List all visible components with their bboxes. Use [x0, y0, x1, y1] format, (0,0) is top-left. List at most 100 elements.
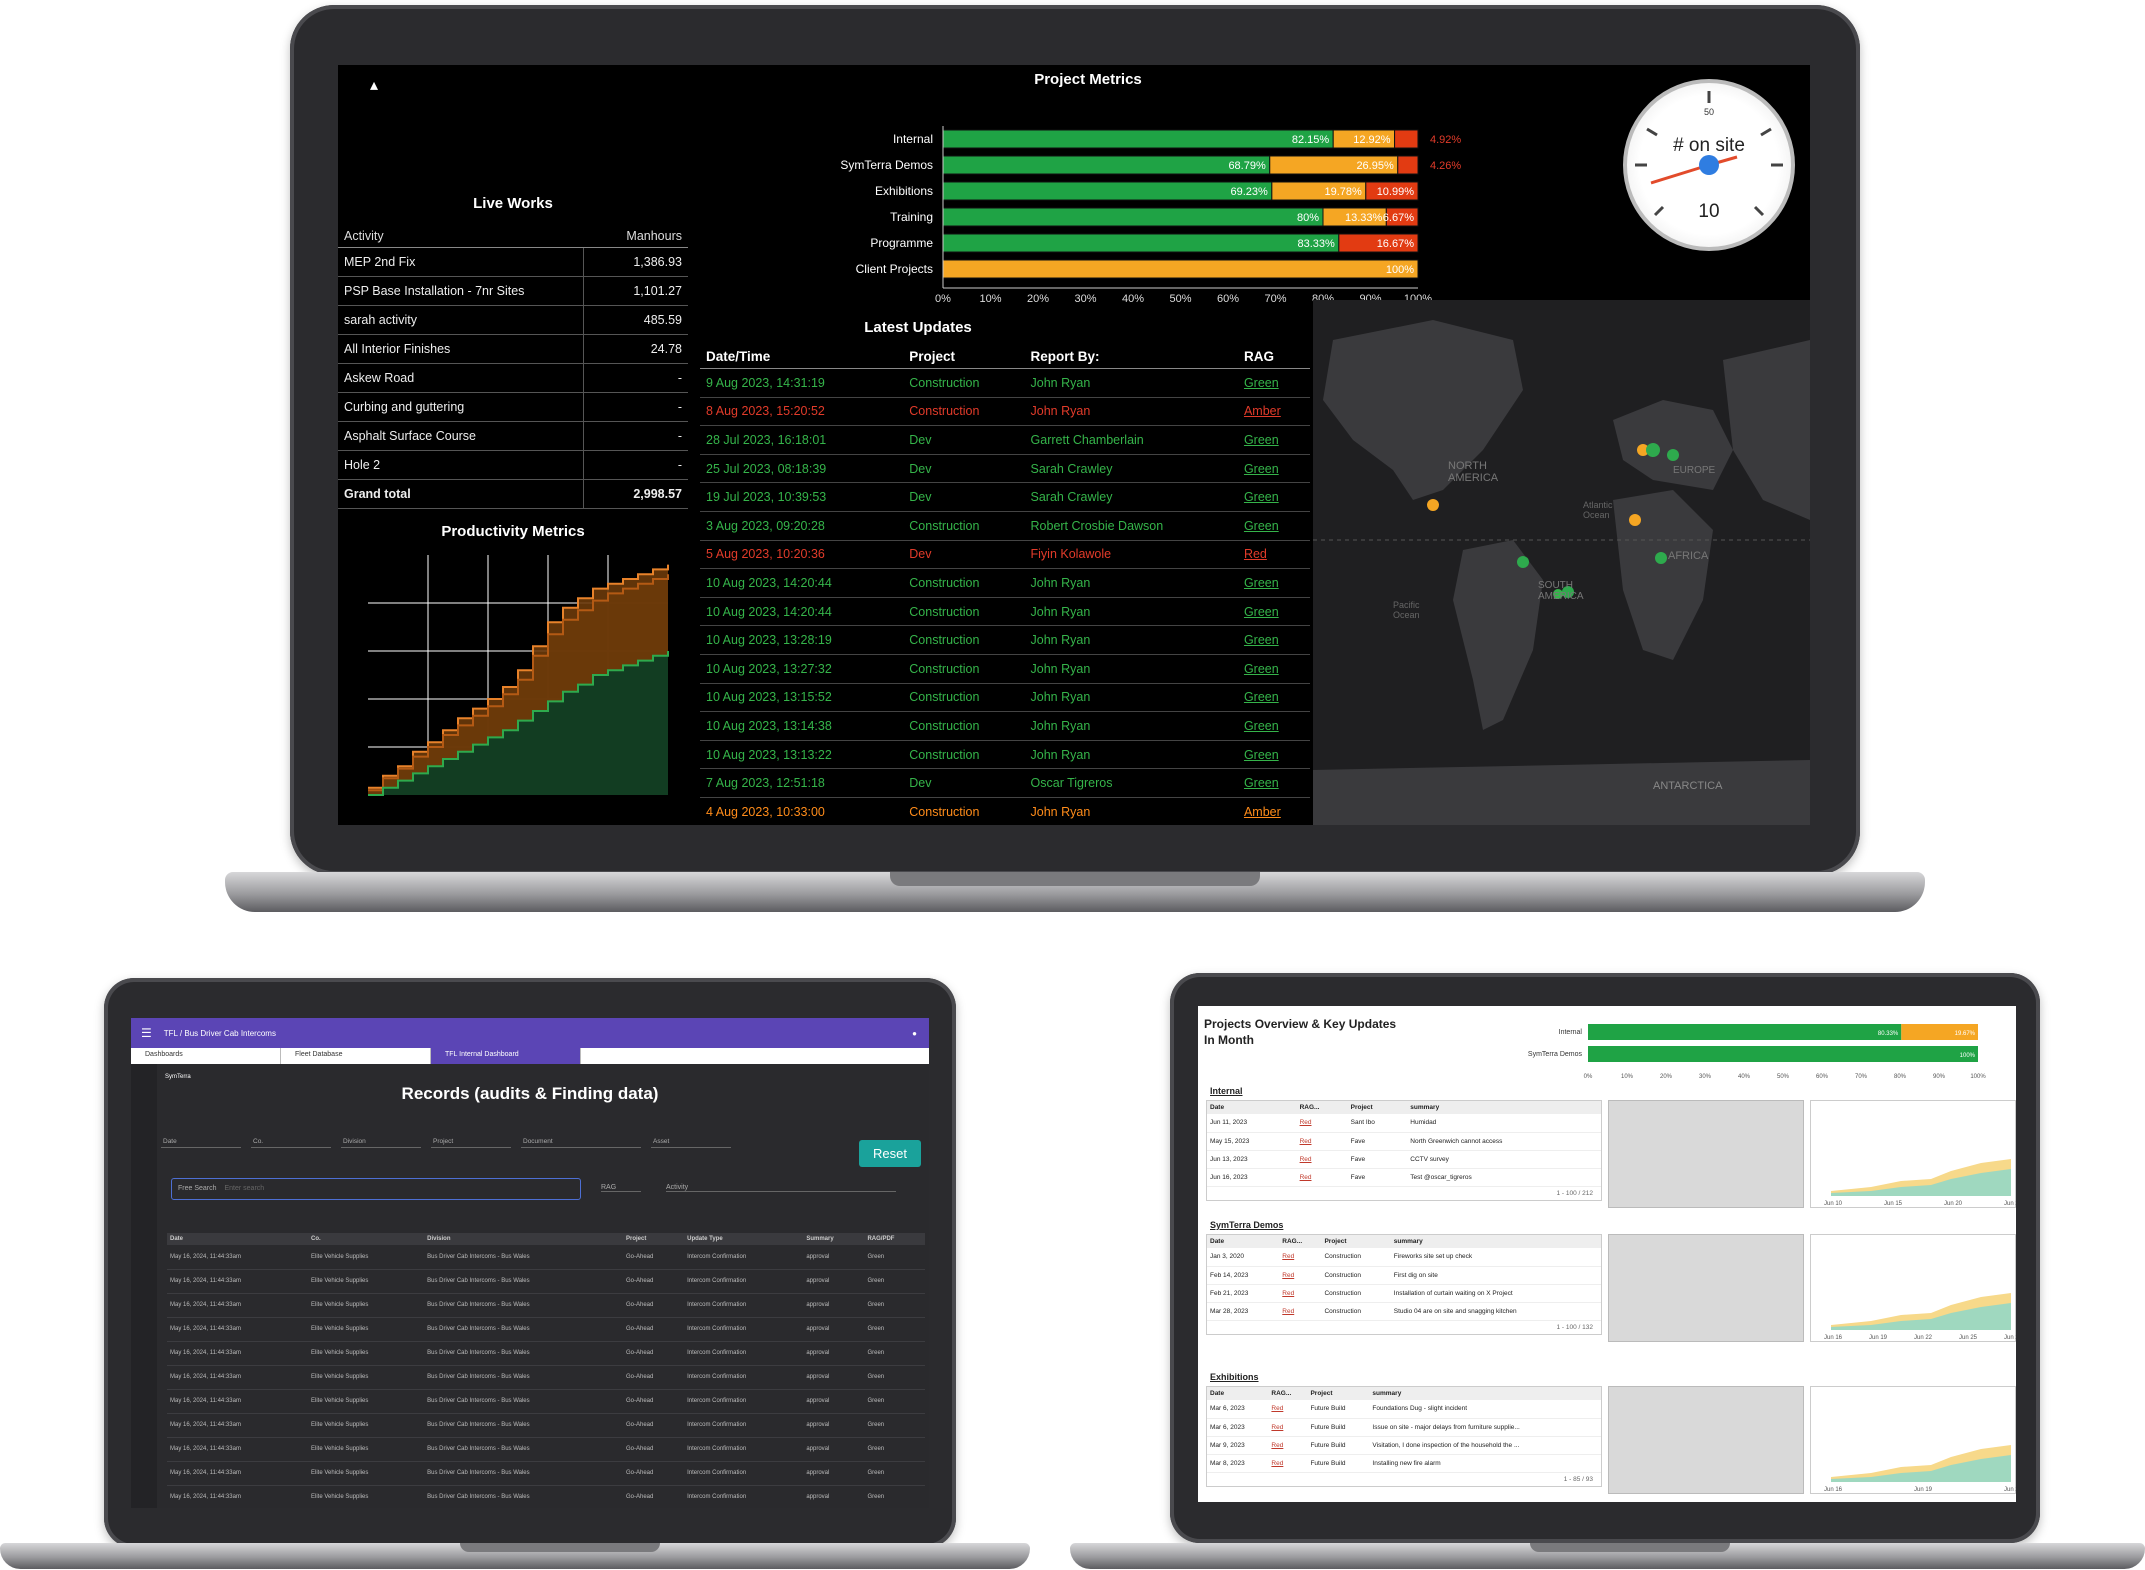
- world-map[interactable]: NORTH AMERICA EUROPE AFRICA Atlantic Oce…: [1313, 300, 1810, 825]
- update-rag-link[interactable]: Green: [1237, 454, 1310, 484]
- ov-row[interactable]: Jun 13, 2023 Red Fave CCTV survey: [1207, 1150, 1601, 1169]
- update-rag-link[interactable]: Red: [1237, 540, 1310, 570]
- pm-bar-segment[interactable]: [1394, 129, 1419, 149]
- tab-tfl-internal-dashboard[interactable]: TFL Internal Dashboard: [431, 1048, 581, 1064]
- records-cell-rag[interactable]: Green: [864, 1461, 925, 1486]
- ov-bar-segment[interactable]: [1588, 1024, 1902, 1040]
- pm-bar-segment[interactable]: [942, 259, 1419, 279]
- filter-division[interactable]: Division: [341, 1136, 421, 1148]
- ov-rag-link[interactable]: Red: [1279, 1248, 1322, 1267]
- records-row[interactable]: May 16, 2024, 11:44:33am Elite Vehicle Su…: [167, 1365, 925, 1390]
- update-row[interactable]: 10 Aug 2023, 13:28:19 Construction John Ry…: [700, 625, 1310, 655]
- ov-mini-map[interactable]: [1608, 1234, 1804, 1342]
- tab-fleet-database[interactable]: Fleet Database: [281, 1048, 431, 1064]
- map-marker-green[interactable]: [1646, 443, 1660, 457]
- records-cell-rag[interactable]: Green: [864, 1365, 925, 1390]
- ov-pager[interactable]: 1 - 100 / 132: [1207, 1321, 1601, 1334]
- ov-col[interactable]: summary: [1369, 1387, 1601, 1400]
- ov-rag-link[interactable]: Red: [1296, 1168, 1348, 1187]
- ov-col[interactable]: Date: [1207, 1235, 1280, 1248]
- ov-row[interactable]: May 15, 2023 Red Fave North Greenwich canno…: [1207, 1132, 1601, 1151]
- update-row[interactable]: 10 Aug 2023, 14:20:44 Construction John Ry…: [700, 597, 1310, 627]
- update-row[interactable]: 5 Aug 2023, 10:20:36 Dev Fiyin Kolawole Red: [700, 540, 1310, 570]
- records-cell-rag[interactable]: Green: [864, 1485, 925, 1508]
- records-cell-rag[interactable]: Green: [864, 1317, 925, 1342]
- map-marker-green[interactable]: [1655, 552, 1667, 564]
- ov-rag-link[interactable]: Red: [1296, 1114, 1348, 1133]
- records-row[interactable]: May 16, 2024, 11:44:33am Elite Vehicle Su…: [167, 1389, 925, 1414]
- update-row[interactable]: 9 Aug 2023, 14:31:19 Construction John Rya…: [700, 368, 1310, 398]
- update-row[interactable]: 7 Aug 2023, 12:51:18 Dev Oscar Tigreros Gre…: [700, 768, 1310, 798]
- menu-icon[interactable]: ☰: [141, 1026, 152, 1040]
- pm-bar-segment[interactable]: [942, 129, 1334, 149]
- update-rag-link[interactable]: Green: [1237, 654, 1310, 684]
- records-cell-rag[interactable]: Green: [864, 1413, 925, 1438]
- ov-bar-segment[interactable]: [1588, 1046, 1978, 1062]
- update-rag-link[interactable]: Green: [1237, 482, 1310, 512]
- records-row[interactable]: May 16, 2024, 11:44:33am Elite Vehicle Su…: [167, 1269, 925, 1294]
- update-row[interactable]: 8 Aug 2023, 15:20:52 Construction John Rya…: [700, 397, 1310, 427]
- records-cell-rag[interactable]: Green: [864, 1341, 925, 1366]
- records-row[interactable]: May 16, 2024, 11:44:33am Elite Vehicle Su…: [167, 1317, 925, 1342]
- update-rag-link[interactable]: Green: [1237, 740, 1310, 770]
- update-row[interactable]: 10 Aug 2023, 13:13:22 Construction John Ry…: [700, 740, 1310, 770]
- records-cell-rag[interactable]: Green: [864, 1389, 925, 1414]
- records-row[interactable]: May 16, 2024, 11:44:33am Elite Vehicle Su…: [167, 1245, 925, 1270]
- filter-asset[interactable]: Asset: [651, 1136, 731, 1148]
- records-row[interactable]: May 16, 2024, 11:44:33am Elite Vehicle Su…: [167, 1461, 925, 1486]
- update-row[interactable]: 19 Jul 2023, 10:39:53 Dev Sarah Crawley Gre…: [700, 482, 1310, 512]
- records-cell-rag[interactable]: Green: [864, 1293, 925, 1318]
- ov-pager[interactable]: 1 - 100 / 212: [1207, 1187, 1601, 1200]
- records-row[interactable]: May 16, 2024, 11:44:33am Elite Vehicle Su…: [167, 1485, 925, 1508]
- map-marker-amber[interactable]: [1427, 499, 1439, 511]
- records-row[interactable]: May 16, 2024, 11:44:33am Elite Vehicle Su…: [167, 1293, 925, 1318]
- update-rag-link[interactable]: Amber: [1237, 397, 1310, 427]
- update-row[interactable]: 25 Jul 2023, 08:18:39 Dev Sarah Crawley Gre…: [700, 454, 1310, 484]
- pm-bar-segment[interactable]: [942, 181, 1273, 201]
- ov-rag-link[interactable]: Red: [1296, 1150, 1348, 1169]
- ov-row[interactable]: Jun 11, 2023 Red Sant Ibo Humidad: [1207, 1114, 1601, 1133]
- ov-col[interactable]: summary: [1407, 1101, 1601, 1114]
- records-col[interactable]: Summary: [803, 1233, 865, 1245]
- records-cell-rag[interactable]: Green: [864, 1269, 925, 1294]
- update-rag-link[interactable]: Green: [1237, 625, 1310, 655]
- ov-rag-link[interactable]: Red: [1268, 1400, 1308, 1419]
- records-cell-rag[interactable]: Green: [864, 1437, 925, 1462]
- filter-document[interactable]: Document: [521, 1136, 641, 1148]
- ov-col[interactable]: Project: [1307, 1387, 1370, 1400]
- free-search-input[interactable]: Free Search Enter search: [171, 1178, 581, 1200]
- update-rag-link[interactable]: Green: [1237, 568, 1310, 598]
- update-row[interactable]: 28 Jul 2023, 16:18:01 Dev Garrett Chamberl…: [700, 425, 1310, 455]
- ov-row[interactable]: Mar 8, 2023 Red Future Build Installing new…: [1207, 1454, 1601, 1473]
- ov-rag-link[interactable]: Red: [1268, 1436, 1308, 1455]
- ov-col[interactable]: RAG...: [1279, 1235, 1322, 1248]
- ov-pager[interactable]: 1 - 85 / 93: [1207, 1473, 1601, 1486]
- update-row[interactable]: 4 Aug 2023, 10:33:00 Construction John Rya…: [700, 797, 1310, 825]
- ov-col[interactable]: Project: [1321, 1235, 1391, 1248]
- pm-bar-segment[interactable]: [1397, 155, 1419, 175]
- filter-activity[interactable]: Activity: [666, 1184, 896, 1192]
- ov-rag-link[interactable]: Red: [1279, 1266, 1322, 1285]
- records-row[interactable]: May 16, 2024, 11:44:33am Elite Vehicle Su…: [167, 1341, 925, 1366]
- update-rag-link[interactable]: Green: [1237, 711, 1310, 741]
- ov-row[interactable]: Mar 9, 2023 Red Future Build Visitation, I …: [1207, 1436, 1601, 1455]
- update-rag-link[interactable]: Green: [1237, 768, 1310, 798]
- update-row[interactable]: 3 Aug 2023, 09:20:28 Construction Robert C…: [700, 511, 1310, 541]
- filter-date[interactable]: Date: [161, 1136, 241, 1148]
- update-row[interactable]: 10 Aug 2023, 13:15:52 Construction John Ry…: [700, 683, 1310, 713]
- tab-dashboards[interactable]: Dashboards: [131, 1048, 281, 1064]
- pm-bar-segment[interactable]: [942, 207, 1324, 227]
- ov-row[interactable]: Mar 6, 2023 Red Future Build Foundations Du…: [1207, 1400, 1601, 1419]
- ov-col[interactable]: Date: [1207, 1101, 1297, 1114]
- update-rag-link[interactable]: Green: [1237, 511, 1310, 541]
- map-marker-green[interactable]: [1517, 556, 1529, 568]
- update-rag-link[interactable]: Green: [1237, 597, 1310, 627]
- user-icon[interactable]: ●: [912, 1029, 917, 1038]
- update-row[interactable]: 10 Aug 2023, 13:27:32 Construction John Ry…: [700, 654, 1310, 684]
- filter-project[interactable]: Project: [431, 1136, 511, 1148]
- records-col[interactable]: Co.: [308, 1233, 425, 1245]
- ov-mini-map[interactable]: [1608, 1386, 1804, 1494]
- ov-col[interactable]: RAG...: [1268, 1387, 1308, 1400]
- records-col[interactable]: RAG/PDF: [864, 1233, 925, 1245]
- ov-row[interactable]: Feb 14, 2023 Red Construction First dig on …: [1207, 1266, 1601, 1285]
